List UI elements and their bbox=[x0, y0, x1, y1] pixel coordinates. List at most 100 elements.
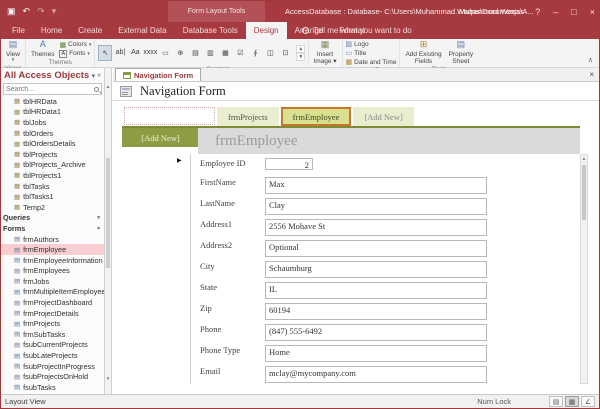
nav-pane-title[interactable]: All Access Objects bbox=[4, 70, 92, 81]
document-tab-navigation-form[interactable]: Navigation Form bbox=[115, 68, 201, 81]
control-tool-icon[interactable]: ▭ bbox=[158, 45, 172, 61]
field-input[interactable]: Home bbox=[265, 345, 487, 362]
field-input[interactable]: Schaumburg bbox=[265, 261, 487, 278]
field-input[interactable]: mclay@mycompany.com bbox=[265, 366, 487, 383]
nav-pane-item[interactable]: ▤ fsubProjectsOnHold bbox=[1, 371, 104, 382]
nav-pane-item[interactable]: ▤ frmEmployeeInformation bbox=[1, 255, 104, 266]
field-input[interactable]: 2556 Mohave St bbox=[265, 219, 487, 236]
minimize-button[interactable]: – bbox=[553, 7, 558, 17]
nav-pane-item[interactable]: ▦ Temp2 bbox=[1, 202, 104, 213]
nav-pane-item[interactable]: ▦ tblProjects bbox=[1, 149, 104, 160]
control-tool-icon[interactable]: ab| bbox=[113, 45, 127, 61]
control-tool-icon[interactable]: ⊡ bbox=[278, 45, 292, 61]
ribbon-tab[interactable]: External Data bbox=[110, 22, 174, 39]
control-tool-icon[interactable]: ▦ bbox=[218, 45, 232, 61]
nav-pane-item[interactable]: ▤ frmEmployees bbox=[1, 266, 104, 277]
nav-pane-item[interactable]: ▤ frmProjectDashboard bbox=[1, 297, 104, 308]
subform-scrollbar[interactable]: ▲ bbox=[580, 154, 588, 384]
scroll-down-icon[interactable]: ▼ bbox=[105, 374, 111, 382]
field-input[interactable]: Max bbox=[265, 177, 487, 194]
control-tool-icon[interactable]: ⊕ bbox=[173, 45, 187, 61]
nav-pane-item[interactable]: ▤ fsubProjectInProgress bbox=[1, 361, 104, 372]
nav-pane-item[interactable]: ▦ tblTasks1 bbox=[1, 191, 104, 202]
ribbon-tab[interactable]: Database Tools bbox=[175, 22, 246, 39]
nav-pane-menu-icon[interactable]: ▾ bbox=[92, 72, 96, 80]
field-input[interactable]: Optional bbox=[265, 240, 487, 257]
nav-pane-item[interactable]: ▦ tblOrdersDetails bbox=[1, 138, 104, 149]
control-tool-icon[interactable]: xxxx bbox=[143, 45, 157, 61]
control-tool-icon[interactable]: Aa bbox=[128, 45, 142, 61]
themes-button[interactable]: A Themes bbox=[29, 40, 56, 58]
nav-pane-item[interactable]: ▤ frmProjects bbox=[1, 318, 104, 329]
close-document-icon[interactable]: × bbox=[584, 68, 599, 81]
scroll-up-icon[interactable]: ▲ bbox=[581, 155, 587, 161]
shutter-bar-close-icon[interactable]: « bbox=[97, 72, 101, 80]
control-tool-icon[interactable]: ▥ bbox=[203, 45, 217, 61]
nav-pane-item[interactable]: ▤ frmAuthors bbox=[1, 234, 104, 245]
ribbon-tab[interactable]: Home bbox=[33, 22, 70, 39]
save-icon[interactable]: ▣ bbox=[7, 6, 16, 17]
record-selector-icon[interactable]: ▶ bbox=[177, 157, 182, 164]
control-tool-icon[interactable]: ∮ bbox=[248, 45, 262, 61]
tell-me-box[interactable]: Tell me what you want to do bbox=[294, 22, 420, 39]
nav-pane-item[interactable]: ▤ frmEmployee bbox=[1, 244, 104, 255]
nav-pane-item[interactable]: ▦ tblProjects1 bbox=[1, 170, 104, 181]
field-input[interactable]: IL bbox=[265, 282, 487, 299]
control-tool-icon[interactable]: ↖ bbox=[98, 45, 112, 61]
maximize-button[interactable]: □ bbox=[571, 7, 576, 17]
undo-icon[interactable]: ↶ bbox=[23, 6, 31, 17]
nav-pane-item[interactable]: ▦ tblHRData bbox=[1, 96, 104, 107]
field-input[interactable]: 60194 bbox=[265, 303, 487, 320]
nav-pane-item[interactable]: ▤ frmProjectDetails bbox=[1, 308, 104, 319]
nav-pane-item[interactable]: ▦ tblOrders bbox=[1, 128, 104, 139]
ribbon-tab[interactable]: Design bbox=[246, 22, 287, 39]
help-button[interactable]: ? bbox=[535, 7, 540, 17]
nav-pane-item[interactable]: ▤ frmJobs bbox=[1, 276, 104, 287]
controls-scroll-up-icon[interactable]: ▲ bbox=[296, 45, 305, 53]
collapse-ribbon-icon[interactable]: ∧ bbox=[588, 56, 593, 64]
colors-button[interactable]: ▦ Colors ▾ bbox=[59, 41, 91, 49]
logo-button[interactable]: ▨ Logo bbox=[346, 40, 397, 48]
field-input[interactable]: Clay bbox=[265, 198, 487, 215]
nav-pane-item[interactable]: Forms ▴ bbox=[1, 223, 104, 234]
field-input[interactable]: (847) 555-6492 bbox=[265, 324, 487, 341]
property-sheet-button[interactable]: ▤ Property Sheet bbox=[447, 40, 476, 65]
add-existing-fields-button[interactable]: ⊞ Add Existing Fields bbox=[403, 40, 443, 65]
qat-customize-icon[interactable]: ▾ bbox=[52, 6, 57, 17]
nav-pane-item[interactable]: ▦ tblTasks bbox=[1, 181, 104, 192]
control-tool-icon[interactable]: ◫ bbox=[263, 45, 277, 61]
nav-search-box[interactable] bbox=[3, 83, 102, 95]
insert-image-button[interactable]: ▦ Insert Image ▾ bbox=[308, 40, 338, 65]
design-view-icon[interactable]: ∠ bbox=[581, 396, 595, 407]
ribbon-tab[interactable]: File bbox=[4, 22, 33, 39]
control-tool-icon[interactable]: ☑ bbox=[233, 45, 247, 61]
signed-in-user[interactable]: Muhammad Waqas bbox=[459, 1, 524, 22]
nav-pane-item[interactable]: ▦ tblProjects_Archive bbox=[1, 160, 104, 171]
navigation-tab[interactable]: frmEmployee bbox=[281, 107, 352, 126]
nav-pane-item[interactable]: ▦ tblHRData1 bbox=[1, 107, 104, 118]
navigation-tab[interactable]: [Add New] bbox=[353, 107, 413, 126]
controls-scroll-down-icon[interactable]: ▼ bbox=[296, 53, 305, 61]
title-button[interactable]: ▭ Title bbox=[346, 49, 397, 57]
vertical-add-new-tab[interactable]: [Add New] bbox=[122, 128, 199, 147]
empty-layout-cell[interactable] bbox=[124, 107, 215, 125]
scrollbar-thumb[interactable] bbox=[106, 158, 110, 268]
navigation-tab[interactable]: frmProjects bbox=[217, 107, 279, 126]
nav-pane-item[interactable]: ▤ frmSubTasks bbox=[1, 329, 104, 340]
nav-search-input[interactable] bbox=[6, 86, 94, 93]
form-view-icon[interactable]: ▤ bbox=[549, 396, 563, 407]
nav-pane-item[interactable]: ▦ tblJobs bbox=[1, 117, 104, 128]
field-input[interactable]: 2 bbox=[265, 158, 313, 170]
nav-pane-item[interactable]: ▤ frmMultipleItemEmployee bbox=[1, 287, 104, 298]
nav-pane-item[interactable]: ▤ fsubLateProjects bbox=[1, 350, 104, 361]
nav-pane-item[interactable]: ▤ fsubTasks bbox=[1, 382, 104, 393]
close-button[interactable]: × bbox=[590, 7, 595, 17]
layout-view-icon[interactable]: ▦ bbox=[565, 396, 579, 407]
date-time-button[interactable]: ▦ Date and Time bbox=[346, 58, 397, 66]
scroll-up-icon[interactable]: ▲ bbox=[105, 82, 111, 90]
view-button[interactable]: ▤ View ▾ bbox=[4, 40, 22, 64]
ribbon-tab[interactable]: Create bbox=[70, 22, 110, 39]
control-tool-icon[interactable]: ▤ bbox=[188, 45, 202, 61]
nav-pane-item[interactable]: Queries ▾ bbox=[1, 213, 104, 224]
redo-icon[interactable]: ↷ bbox=[37, 6, 45, 17]
